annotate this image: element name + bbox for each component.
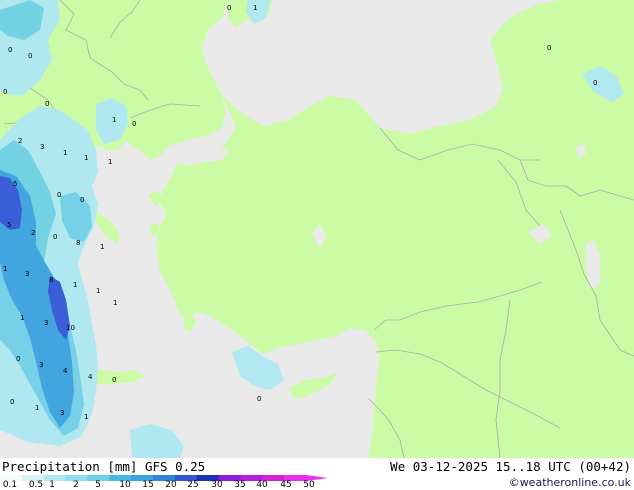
colorbar-tick-label: 30 — [211, 480, 223, 490]
precip-value-label: 1 — [20, 314, 25, 322]
precip-value-label: 1 — [73, 281, 78, 289]
precip-value-label: 5 — [7, 221, 12, 229]
colorbar-tick-label: 10 — [119, 480, 131, 490]
precip-value-label: 10 — [66, 324, 75, 332]
precip-value-label: 3 — [25, 270, 30, 278]
colorbar-tick-label: 40 — [256, 480, 268, 490]
precip-value-label: 1 — [113, 299, 118, 307]
forecast-run-time: We 03-12-2025 15..18 UTC (00+42) — [390, 459, 631, 474]
precip-value-label: 1 — [84, 413, 89, 421]
colorbar-tick-label: 25 — [187, 480, 199, 490]
precip-value-label: 1 — [108, 158, 113, 166]
precip-value-labels: 0 0 0 1 0 0 0 0 1 0 2 3 1 1 1 5 0 0 0 5 2 8 1 1 1 3 8 1 1 1 3 10 0 3 4 4 0 0 1… — [0, 0, 634, 458]
precip-value-label: 0 — [57, 191, 62, 199]
precip-value-label: 0 — [45, 100, 50, 108]
precip-value-label: 0 — [16, 355, 21, 363]
colorbar-tick-label: 15 — [142, 480, 154, 490]
precip-value-label: 4 — [63, 367, 68, 375]
precip-value-label: 0 — [112, 376, 117, 384]
precip-value-label: 5 — [13, 180, 18, 188]
colorbar-tick-label: 35 — [234, 480, 246, 490]
colorbar-tick-label: 20 — [165, 480, 177, 490]
precip-value-label: 0 — [53, 233, 58, 241]
colorbar-tick-label: 1 — [49, 480, 55, 490]
precip-value-label: 0 — [547, 44, 552, 52]
precip-value-label: 1 — [35, 404, 40, 412]
precip-value-label: 1 — [100, 243, 105, 251]
precip-value-label: 0 — [132, 120, 137, 128]
colorbar-tick-label: 45 — [280, 480, 292, 490]
colorbar-tick-label: 50 — [303, 480, 315, 490]
precip-value-label: 3 — [60, 409, 65, 417]
precip-value-label: 2 — [31, 229, 36, 237]
colorbar-tick-label: 5 — [95, 480, 101, 490]
precip-value-label: 1 — [112, 116, 117, 124]
precip-value-label: 1 — [3, 265, 8, 273]
precip-value-label: 0 — [28, 52, 33, 60]
colorbar-ticks: 0.1 0.5 1 2 5 10 15 20 25 30 35 40 45 50 — [0, 481, 330, 490]
precip-value-label: 0 — [80, 196, 85, 204]
precip-value-label: 4 — [88, 373, 93, 381]
precip-value-label: 1 — [63, 149, 68, 157]
precip-value-label: 0 — [227, 4, 232, 12]
precip-value-label: 0 — [8, 46, 13, 54]
precip-value-label: 0 — [593, 79, 598, 87]
precip-value-label: 1 — [96, 287, 101, 295]
colorbar-tick-label: 2 — [73, 480, 79, 490]
precip-value-label: 0 — [257, 395, 262, 403]
precip-value-label: 3 — [40, 143, 45, 151]
precip-value-label: 2 — [18, 137, 23, 145]
precip-value-label: 0 — [3, 88, 8, 96]
precip-value-label: 8 — [76, 239, 81, 247]
precipitation-map: 0 0 0 1 0 0 0 0 1 0 2 3 1 1 1 5 0 0 0 5 2 8 1 1 1 3 8 1 1 1 3 10 0 3 4 4 0 0 1… — [0, 0, 634, 458]
precip-value-label: 3 — [39, 361, 44, 369]
precip-value-label: 3 — [44, 319, 49, 327]
precip-value-label: 0 — [10, 398, 15, 406]
colorbar-tick-label: 0.5 — [28, 480, 44, 490]
precip-value-label: 8 — [49, 276, 54, 284]
precip-value-label: 1 — [84, 154, 89, 162]
colorbar-tick-label: 0.1 — [2, 480, 18, 490]
legend-title: Precipitation [mm] GFS 0.25 — [2, 459, 206, 474]
precip-value-label: 1 — [253, 4, 258, 12]
credit-link[interactable]: ©weatheronline.co.uk — [509, 476, 631, 489]
